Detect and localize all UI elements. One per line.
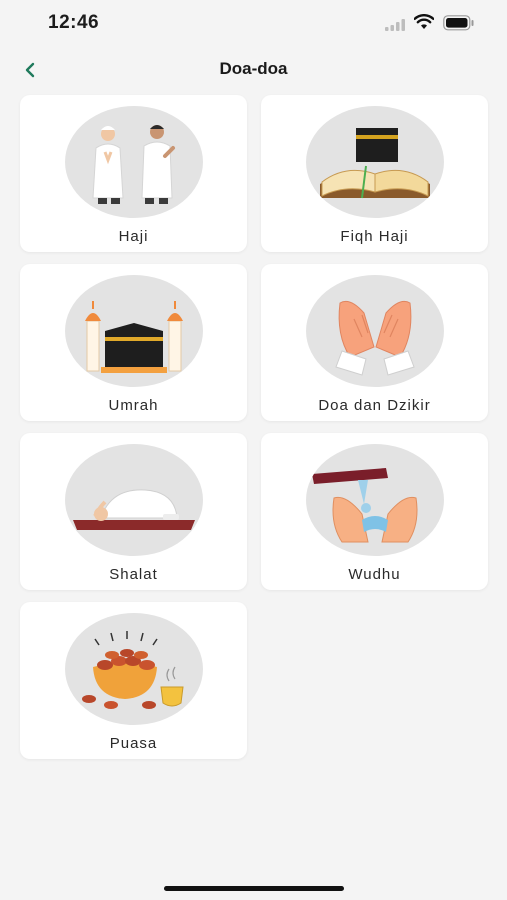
category-card-umrah[interactable]: Umrah <box>20 264 247 421</box>
category-label: Haji <box>118 228 149 245</box>
category-card-puasa[interactable]: Puasa <box>20 602 247 759</box>
category-label: Wudhu <box>348 566 401 583</box>
pilgrims-icon <box>92 125 175 204</box>
category-card-shalat[interactable]: Shalat <box>20 433 247 590</box>
category-label: Shalat <box>109 566 158 583</box>
praying-hands-icon <box>335 300 415 376</box>
status-bar: 12:46 <box>0 0 507 48</box>
page-title: Doa-doa <box>219 59 288 78</box>
category-card-fiqh-haji[interactable]: Fiqh Haji <box>261 95 488 252</box>
category-card-wudhu[interactable]: Wudhu <box>261 433 488 590</box>
category-image <box>65 613 203 725</box>
category-label: Doa dan Dzikir <box>318 397 431 414</box>
navigation-bar: Doa-doa <box>0 50 507 90</box>
category-image <box>306 275 444 387</box>
prostration-icon <box>73 489 195 530</box>
category-card-doa-dan-dzikir[interactable]: Doa dan Dzikir <box>261 264 488 421</box>
home-indicator <box>164 886 344 891</box>
category-image <box>306 106 444 218</box>
category-image <box>306 444 444 556</box>
category-image <box>65 444 203 556</box>
category-image <box>65 106 203 218</box>
dates-bowl-icon <box>82 631 184 709</box>
category-label: Fiqh Haji <box>340 228 409 245</box>
category-label: Puasa <box>109 735 158 752</box>
category-card-haji[interactable]: Haji <box>20 95 247 252</box>
cellular-signal-icon <box>385 18 407 36</box>
wifi-icon <box>413 14 435 35</box>
status-time: 12:46 <box>48 12 100 33</box>
battery-icon <box>443 15 475 36</box>
category-image <box>65 275 203 387</box>
kaaba-book-icon <box>320 128 430 199</box>
kaaba-minaret-icon <box>85 301 183 373</box>
category-label: Umrah <box>108 397 159 414</box>
ablution-icon <box>312 468 418 543</box>
